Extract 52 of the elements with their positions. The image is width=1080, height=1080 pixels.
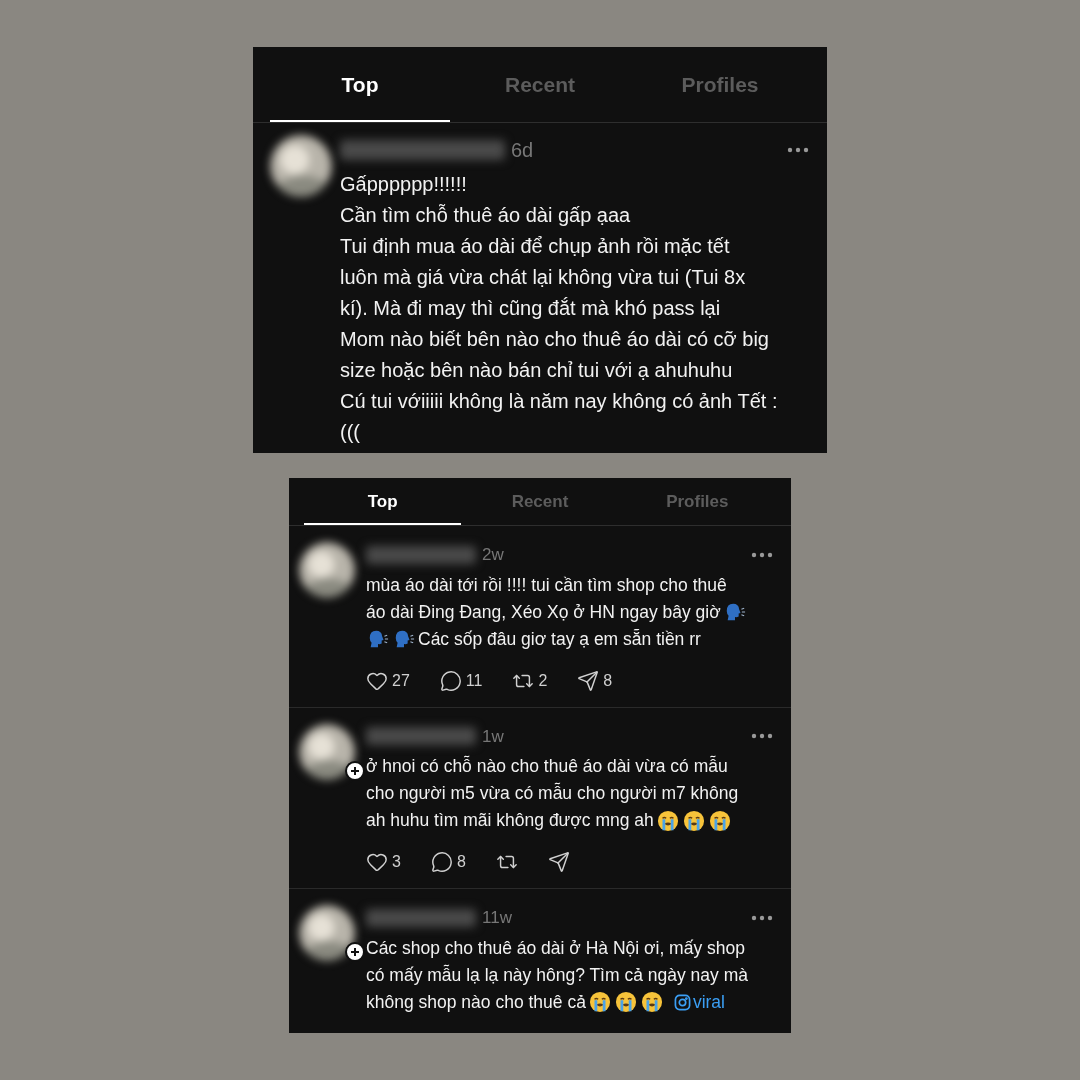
crying-face-icon (656, 809, 679, 832)
crying-face-icon (708, 809, 731, 832)
post-text: mùa áo dài tới rồi !!!! tui cần tìm shop cho thuê (366, 573, 727, 597)
more-icon[interactable] (751, 914, 773, 921)
reply-button[interactable]: 11 (439, 668, 483, 693)
send-icon (577, 669, 600, 692)
repost-button[interactable]: 2 (512, 668, 548, 693)
post-time: 1w (482, 725, 504, 748)
post-text: cho người m5 vừa có mẫu cho người m7 không (366, 781, 739, 805)
post-text: kí). Mà đi may thì cũng đắt mà khó pass lại (340, 296, 721, 321)
send-icon (547, 851, 570, 873)
post-text: Các shop cho thuê áo dài ở Hà Nội ơi, mấy shop (366, 936, 745, 960)
more-icon[interactable] (751, 733, 773, 740)
speaking-head-icon (367, 628, 389, 650)
reply-button[interactable]: 8 (430, 850, 466, 874)
share-button[interactable]: 8 (577, 668, 613, 693)
crying-face-icon (588, 991, 611, 1013)
post-text: Các sốp đâu giơ tay ạ em sẵn tiền rr (418, 627, 701, 651)
post-text: không shop nào cho thuê cả (366, 990, 586, 1014)
post-time: 6d (511, 138, 534, 163)
post-text: Cú tui vớiiiii không là năm nay không có ảnh Tết : (340, 389, 778, 414)
crying-face-icon (640, 991, 663, 1013)
more-icon[interactable] (751, 551, 773, 558)
camera-icon (673, 993, 691, 1011)
plus-icon[interactable] (345, 760, 365, 781)
post-text: có mấy mẫu lạ lạ này hông? Tìm cả ngày nay mà (366, 963, 748, 987)
tab[interactable]: Top (304, 478, 462, 525)
post-text: Cần tìm chỗ thuê áo dài gấp ạaa (340, 203, 631, 228)
tab[interactable]: Top (270, 47, 450, 122)
like-button[interactable]: 27 (366, 668, 410, 693)
share-button[interactable] (547, 851, 570, 873)
speaking-head-icon (393, 628, 415, 650)
crying-face-icon (614, 991, 637, 1013)
post-text: Gấpppppp!!!!!! (340, 172, 467, 197)
heart-icon (366, 851, 388, 873)
speech-bubble-icon (430, 851, 453, 873)
post-text: size hoặc bên nào bán chỉ tui với ạ ahuhuhu (340, 358, 733, 383)
post-text: luôn mà giá vừa chát lại không vừa tui (Tui 8x (340, 265, 746, 290)
more-icon[interactable] (787, 147, 809, 153)
post-time: 2w (482, 544, 504, 566)
post-text: Tui định mua áo dài để chụp ảnh rồi mặc tết (340, 234, 730, 259)
tag-link[interactable]: viral (673, 988, 725, 1016)
like-button[interactable]: 3 (366, 850, 401, 874)
post-time: 11w (482, 907, 512, 929)
post-text: ah huhu tìm mãi không được mng ah (366, 809, 654, 832)
plus-icon[interactable] (345, 942, 365, 962)
post-text: ((( (340, 420, 360, 445)
post-text: áo dài Đing Đang, Xéo Xọ ở HN ngay bây giờ (366, 600, 721, 624)
post-text: ở hnoi có chỗ nào cho thuê áo dài vừa có mẫu (366, 754, 728, 778)
speech-bubble-icon (439, 669, 462, 692)
crying-face-icon (682, 809, 705, 832)
post-text: Mom nào biết bên nào cho thuê áo dài có cỡ big (340, 327, 769, 352)
